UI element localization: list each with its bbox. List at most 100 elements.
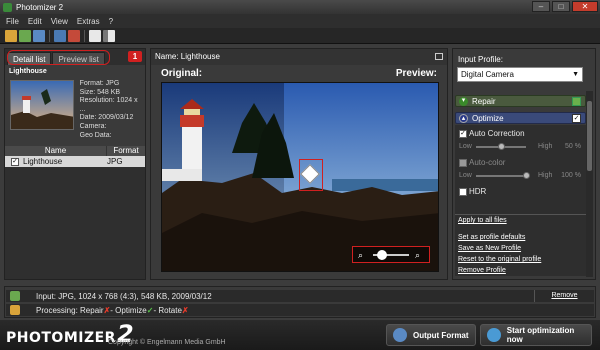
meta-format: Format: JPG (79, 80, 120, 87)
meta-geo: Geo Data: (79, 131, 112, 139)
input-profile-label: Input Profile: (458, 55, 503, 64)
expand-repair-icon[interactable]: ▾ (459, 96, 468, 106)
optimize-label: Optimize (472, 113, 504, 123)
delete-icon[interactable] (68, 29, 80, 42)
meta-resolution: Resolution: 1024 x ... (79, 97, 138, 113)
input-profile-select[interactable]: Digital Camera ▼ (457, 67, 583, 82)
minimize-button[interactable]: – (532, 1, 550, 12)
menu-edit[interactable]: Edit (28, 17, 42, 26)
remove-profile-link[interactable]: Remove Profile (458, 265, 586, 276)
slider-track[interactable] (476, 175, 526, 177)
zoom-in-icon[interactable]: ⌕ (415, 250, 425, 260)
add-files-icon[interactable] (19, 29, 31, 42)
compare-split-handle[interactable] (299, 159, 323, 191)
expand-icon[interactable] (435, 53, 443, 60)
output-format-button[interactable]: Output Format (386, 324, 476, 346)
open-folder-icon[interactable] (5, 29, 17, 42)
slider-thumb[interactable] (497, 143, 505, 150)
zoom-out-icon[interactable]: ⌕ (358, 250, 368, 260)
file-grid-empty-area (5, 167, 145, 279)
correction-strength-slider[interactable]: Low High 50 % (459, 142, 581, 152)
menu-extras[interactable]: Extras (77, 17, 100, 26)
column-format[interactable]: Format (107, 146, 145, 156)
profile-value: Digital Camera (461, 70, 514, 79)
menu-help[interactable]: ? (109, 17, 113, 26)
hdr-checkbox[interactable] (459, 187, 467, 196)
slider-high-label: High (538, 172, 553, 179)
window-title: Photomizer 2 (16, 2, 64, 12)
import-icon[interactable] (33, 29, 45, 42)
rotate-disabled-icon: ✗ (181, 305, 189, 315)
footer-bar: PHOTOMIZER 2 Copyright © Engelmann Media… (0, 320, 600, 350)
remove-link[interactable]: Remove (534, 290, 594, 302)
list-tabs: Detail list Preview list 1 (5, 49, 145, 65)
image-file-icon (10, 291, 20, 301)
repair-section-header[interactable]: ▾ Repair (455, 95, 586, 107)
color-strength-slider[interactable]: Low High 100 % (459, 171, 581, 181)
collapse-optimize-icon[interactable]: ▴ (459, 113, 468, 123)
optimize-toggle[interactable]: ✓ (572, 114, 581, 123)
status-list: Input: JPG, 1024 x 768 (4:3), 548 KB, 20… (4, 286, 596, 318)
settings-scrollbar[interactable] (586, 91, 593, 277)
toolbar (0, 28, 600, 44)
hdr-option[interactable]: HDR (459, 187, 486, 196)
meta-size: Size: 548 KB (79, 88, 121, 96)
zoom-control[interactable]: ⌕ ⌕ (352, 246, 430, 263)
file-metadata: Format: JPG Size: 548 KB Resolution: 102… (10, 80, 145, 140)
selected-file-title: Lighthouse (9, 68, 47, 75)
file-grid-header: Name Format (5, 146, 145, 156)
maximize-button[interactable]: □ (552, 1, 570, 12)
repair-label: Repair (472, 96, 496, 106)
auto-correction-option[interactable]: ✓ Auto Correction (459, 129, 525, 138)
start-optimization-label: Start optimization now (506, 326, 575, 344)
column-name[interactable]: Name (5, 146, 107, 156)
hdr-label: HDR (469, 187, 487, 196)
processing-icon (10, 305, 20, 315)
scrollbar-thumb[interactable] (587, 101, 592, 171)
table-row[interactable]: ✓ Lighthouse JPG (5, 156, 145, 167)
zoom-slider-thumb[interactable] (377, 250, 387, 260)
input-info: Input: JPG, 1024 x 768 (4:3), 548 KB, 20… (36, 291, 212, 301)
split-view-icon[interactable] (103, 29, 115, 42)
row-checkbox[interactable]: ✓ (11, 157, 19, 166)
gear-icon (393, 328, 407, 342)
reset-profile-link[interactable]: Reset to the original profile (458, 254, 586, 265)
slider-high-label: High (538, 143, 553, 150)
copyright-text: Copyright © Engelmann Media GmbH (108, 339, 226, 346)
save-new-profile-link[interactable]: Save as New Profile (458, 243, 586, 254)
original-label: Original: (161, 68, 203, 79)
start-arrow-icon (487, 328, 501, 342)
logo-word: PHOTOMIZER (6, 330, 116, 346)
image-preview-panel: Name: Lighthouse Original: Preview: ⌕ ⌕ (150, 48, 448, 280)
file-count-badge: 1 (128, 51, 142, 62)
file-thumbnail[interactable] (10, 80, 74, 130)
processing-label: Processing: Repair (36, 305, 104, 315)
repair-toggle[interactable] (572, 97, 581, 106)
auto-correction-checkbox[interactable]: ✓ (459, 129, 467, 138)
auto-color-option[interactable]: Auto-color (459, 158, 505, 167)
optimize-enabled-icon: ✓ (146, 305, 154, 315)
input-status-row: Input: JPG, 1024 x 768 (4:3), 548 KB, 20… (6, 290, 594, 302)
menu-bar: File Edit View Extras ? (0, 14, 600, 28)
split-handle-icon (300, 164, 320, 184)
menu-file[interactable]: File (6, 17, 19, 26)
set-profile-defaults-link[interactable]: Set as profile defaults (458, 232, 586, 243)
image-name: Name: Lighthouse (151, 49, 447, 65)
menu-view[interactable]: View (51, 17, 68, 26)
save-icon[interactable] (54, 29, 66, 42)
comparison-viewer[interactable]: ⌕ ⌕ (161, 82, 439, 272)
optimize-section-header[interactable]: ▴ Optimize ✓ (455, 112, 586, 124)
single-view-icon[interactable] (89, 29, 101, 42)
title-bar: Photomizer 2 – □ ✕ (0, 0, 600, 14)
start-optimization-button[interactable]: Start optimization now (480, 324, 592, 346)
toolbar-divider (49, 29, 50, 42)
apply-to-all-link[interactable]: Apply to all files (458, 215, 586, 226)
slider-low-label: Low (459, 172, 472, 179)
output-format-label: Output Format (413, 330, 469, 340)
tabs-highlight (7, 50, 110, 65)
rotate-step-label: - Rotate (153, 305, 182, 315)
auto-color-checkbox[interactable] (459, 158, 467, 167)
close-button[interactable]: ✕ (572, 1, 598, 12)
repair-disabled-icon: ✗ (103, 305, 111, 315)
slider-thumb[interactable] (522, 172, 530, 179)
